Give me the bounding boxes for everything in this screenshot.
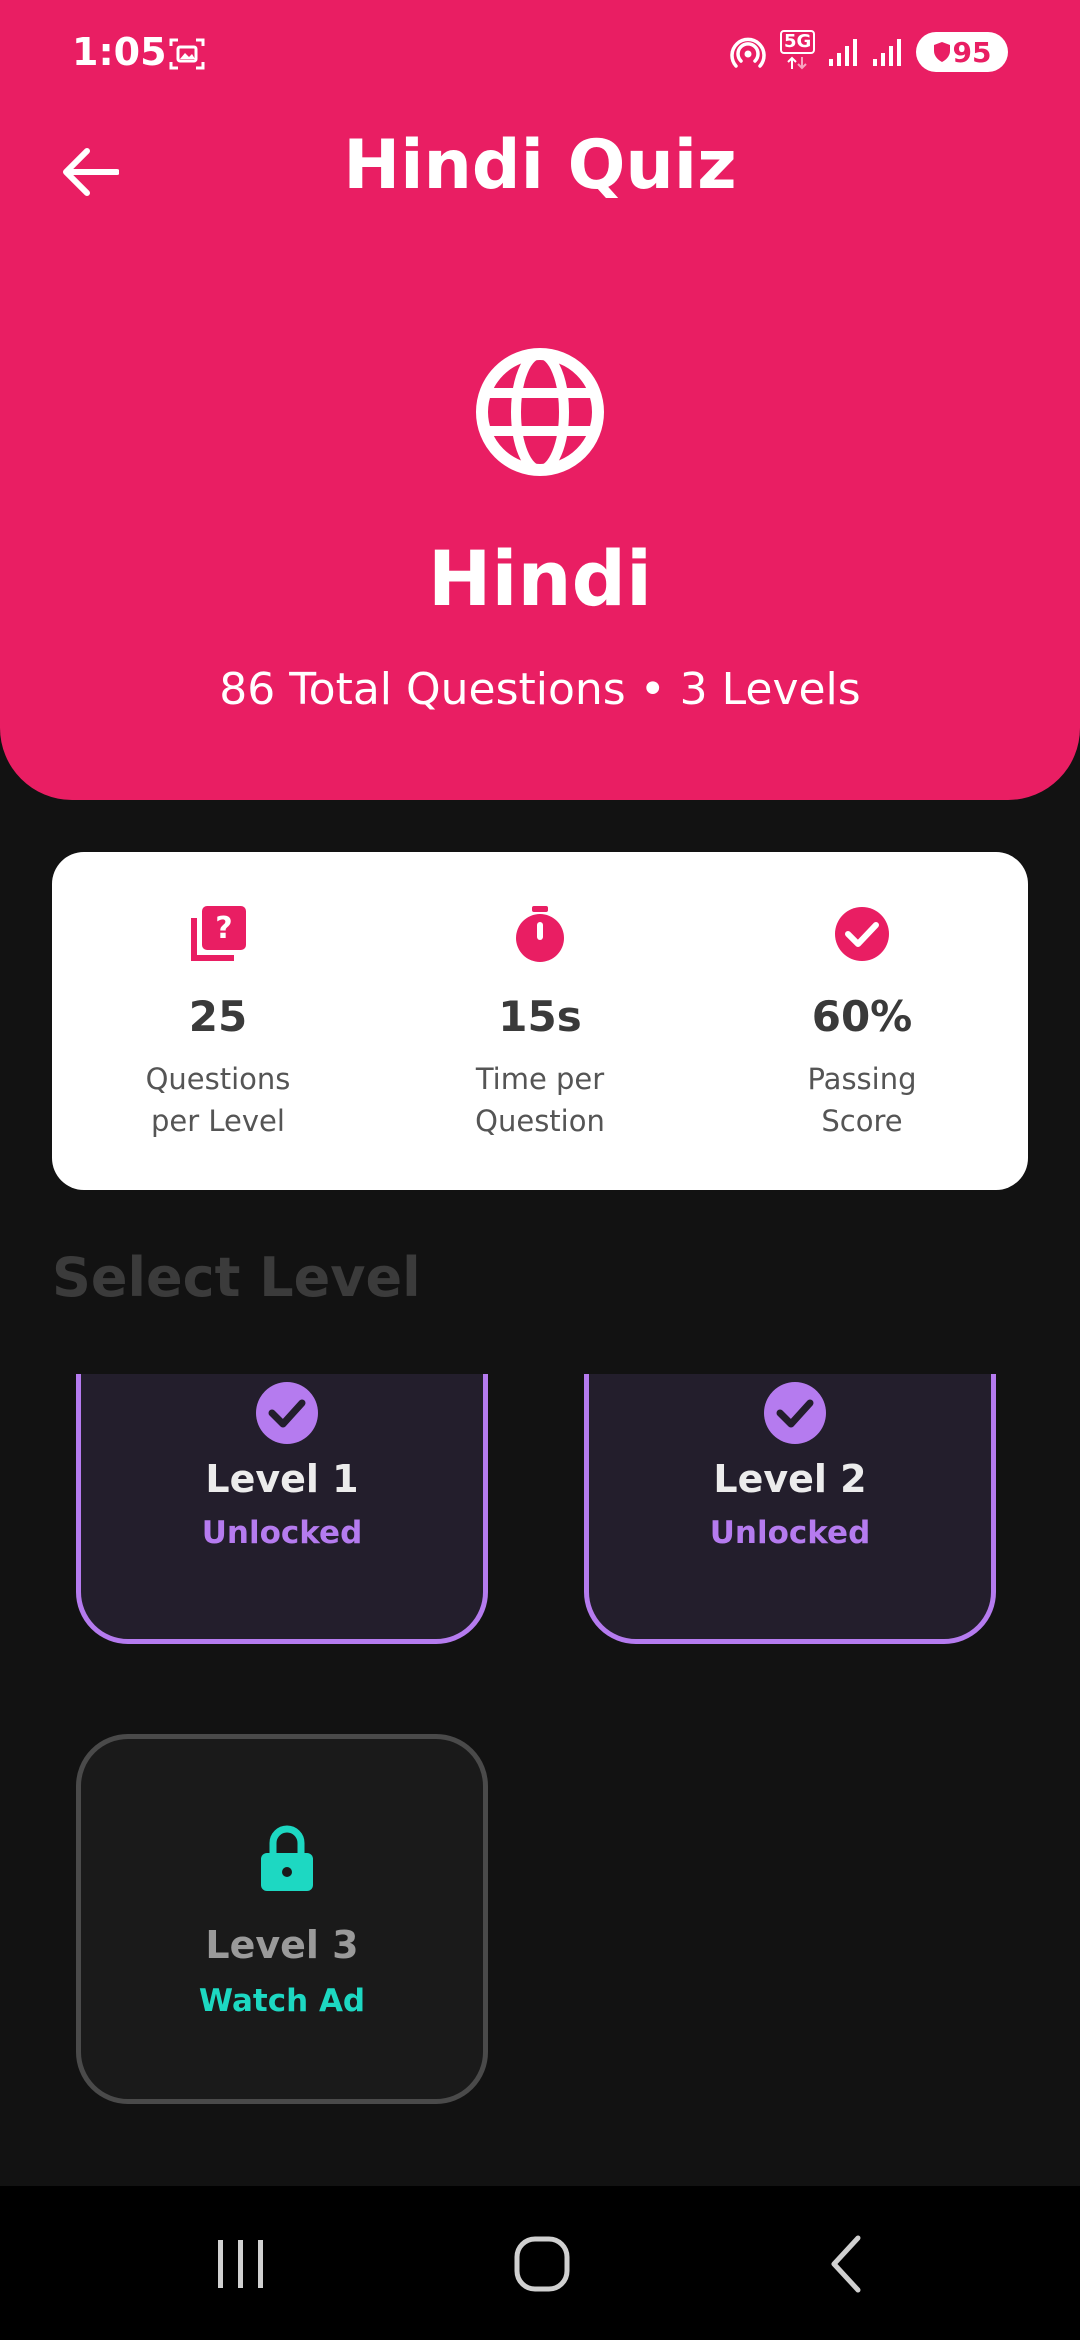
lock-icon xyxy=(261,1825,313,1891)
stat-label: Time per Question xyxy=(394,1058,686,1142)
stat-value: 60% xyxy=(811,992,913,1041)
stat-value: 15s xyxy=(498,992,582,1041)
stat-value: 25 xyxy=(188,992,248,1041)
status-bar: 1:05 5G 95 xyxy=(0,0,1080,110)
header: 1:05 5G 95 Hindi Quiz Hindi 86 Total Que… xyxy=(0,0,1080,800)
level-status: Unlocked xyxy=(709,1515,871,1551)
stat-label-line2: per Level xyxy=(151,1104,285,1138)
level-card-3[interactable]: Level 3 Watch Ad xyxy=(76,1734,488,2104)
recent-apps-icon[interactable] xyxy=(200,2224,280,2304)
stat-label-line1: Questions xyxy=(145,1062,291,1096)
level-name: Level 2 xyxy=(713,1457,867,1501)
svg-text:?: ? xyxy=(215,911,232,946)
hotspot-icon xyxy=(730,37,766,68)
network-type-label: 5G xyxy=(780,30,816,54)
system-navigation-bar xyxy=(0,2186,1080,2340)
signal-icon-sim2 xyxy=(873,39,901,66)
battery-shield-icon xyxy=(933,42,950,62)
level-card-1[interactable]: Level 1 Unlocked xyxy=(76,1374,488,1644)
level-name: Level 1 xyxy=(205,1457,359,1501)
check-circle-icon xyxy=(256,1382,318,1444)
quiz-meta: 86 Total Questions • 3 Levels xyxy=(219,664,861,715)
status-time: 1:05 xyxy=(72,30,167,74)
subject-name: Hindi xyxy=(427,534,653,623)
stat-label: Questions per Level xyxy=(72,1058,364,1142)
stat-label-line2: Score xyxy=(821,1104,903,1138)
battery-level: 95 xyxy=(952,35,992,69)
screenshot-icon xyxy=(169,38,205,70)
stat-passing-score: 60% Passing Score xyxy=(716,852,1008,1190)
battery-indicator: 95 xyxy=(916,32,1008,72)
stat-label-line2: Question xyxy=(475,1104,605,1138)
check-circle-icon xyxy=(764,1382,826,1444)
signal-icon-sim1 xyxy=(829,39,857,66)
levels-grid[interactable]: Level 1 Unlocked Level 2 Unlocked Level … xyxy=(0,1374,1080,2186)
page-title: Hindi Quiz xyxy=(343,126,737,205)
stat-label-line1: Passing xyxy=(807,1062,917,1096)
quiz-info-card: ? 25 Questions per Level 15s Time per Qu… xyxy=(52,852,1028,1190)
back-nav-icon[interactable] xyxy=(806,2224,886,2304)
data-arrows-icon xyxy=(787,56,807,70)
check-circle-icon xyxy=(835,907,889,961)
home-icon[interactable] xyxy=(502,2224,582,2304)
section-title: Select Level xyxy=(52,1246,421,1309)
level-status: Watch Ad xyxy=(198,1983,366,2019)
status-icons: 5G 95 xyxy=(730,30,1008,72)
stat-questions-per-level: ? 25 Questions per Level xyxy=(72,852,364,1190)
globe-icon xyxy=(476,348,604,476)
quiz-icon: ? xyxy=(191,906,246,961)
stat-label: Passing Score xyxy=(716,1058,1008,1142)
level-name: Level 3 xyxy=(205,1923,359,1967)
level-status: Unlocked xyxy=(201,1515,363,1551)
stat-label-line1: Time per xyxy=(475,1062,605,1096)
network-type-indicator: 5G xyxy=(780,30,816,72)
level-card-2[interactable]: Level 2 Unlocked xyxy=(584,1374,996,1644)
timer-icon xyxy=(516,906,564,962)
stat-time-per-question: 15s Time per Question xyxy=(394,852,686,1190)
